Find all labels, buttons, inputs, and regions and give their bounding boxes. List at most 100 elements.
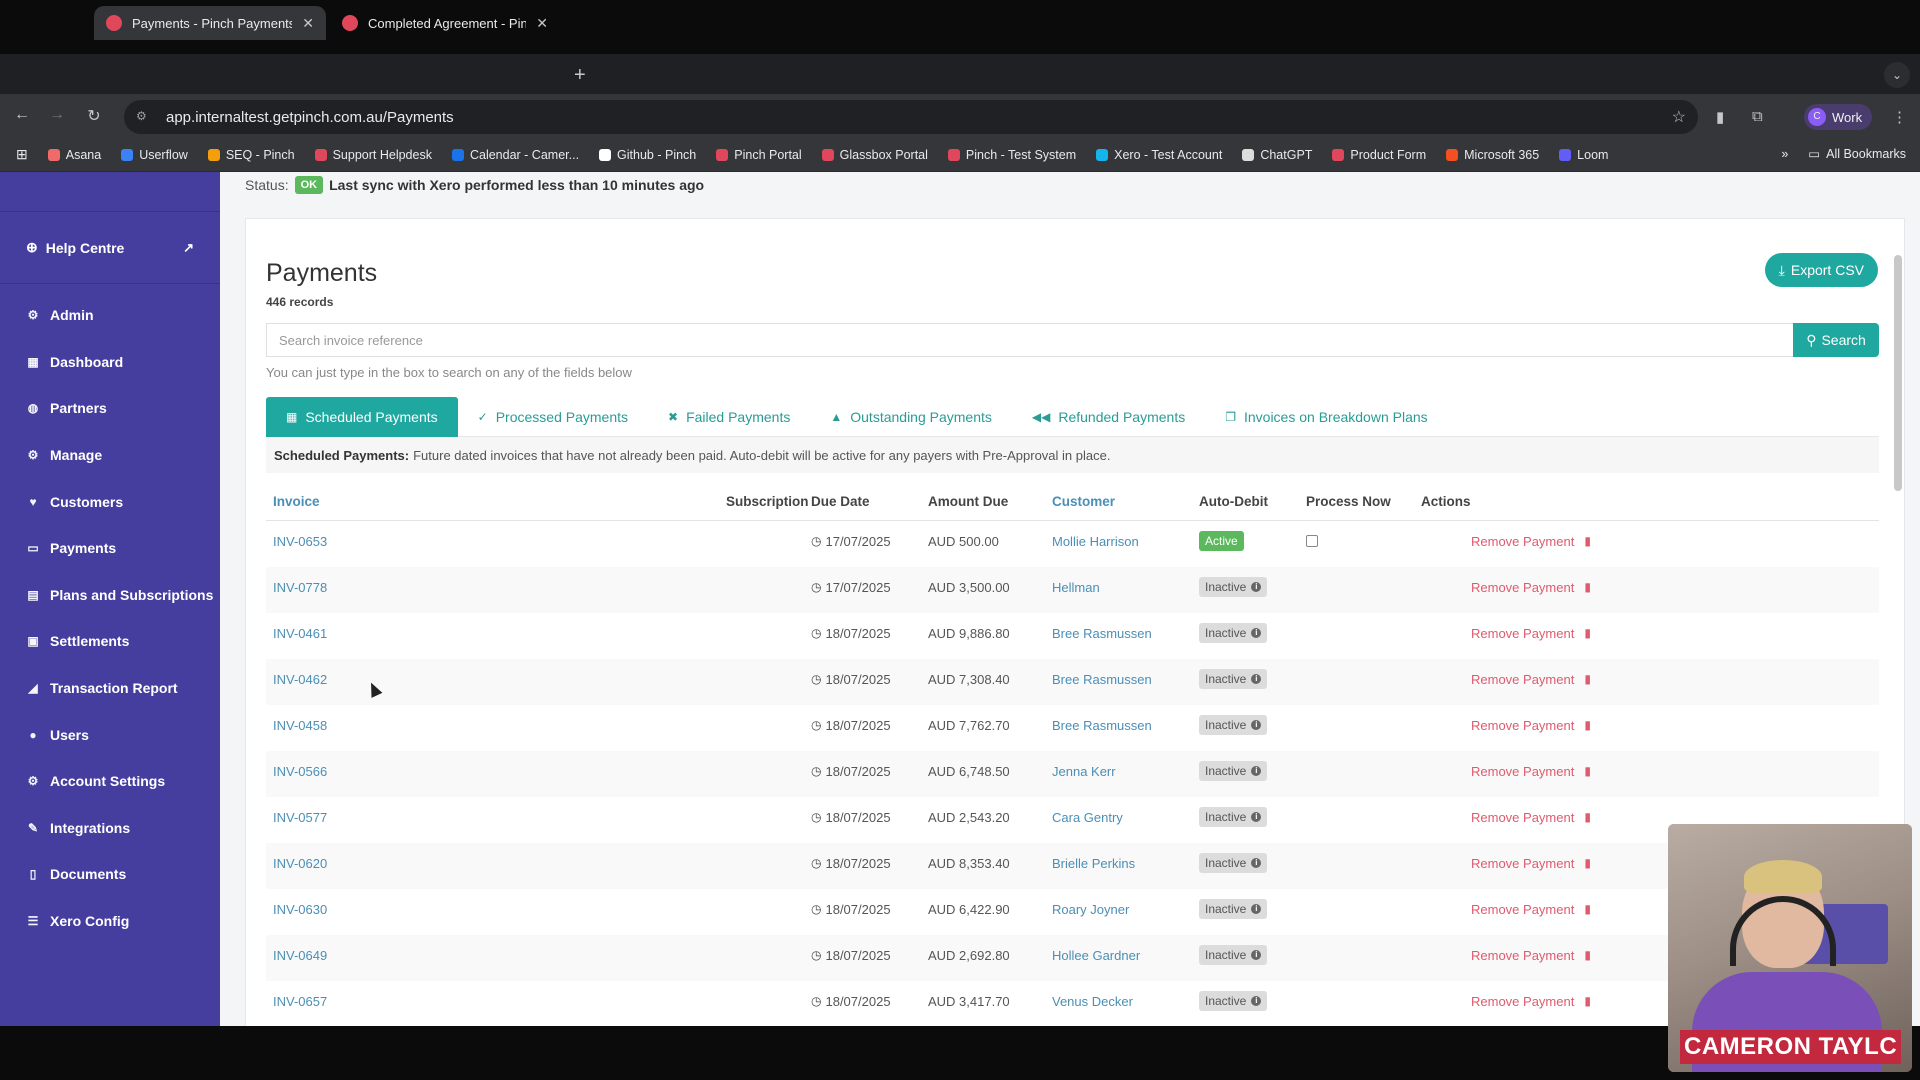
site-info-icon[interactable]: ⚙ [136, 109, 152, 125]
sidebar-item-transaction-report[interactable]: ◢ Transaction Report [0, 665, 220, 712]
bookmark-item[interactable]: SEQ - Pinch [207, 148, 295, 162]
auto-debit-badge[interactable]: Inactive i [1199, 945, 1268, 965]
invoice-link[interactable]: INV-0461 [273, 613, 327, 653]
tab-scheduled-payments[interactable]: ▦ Scheduled Payments [266, 397, 458, 437]
customer-link[interactable]: Jenna Kerr [1052, 751, 1116, 791]
tab-search-icon[interactable]: ⌄ [1884, 62, 1910, 88]
column-header-invoice[interactable]: Invoice [273, 481, 320, 521]
more-bookmarks-icon[interactable]: » [1781, 147, 1788, 161]
auto-debit-badge[interactable]: Inactive i [1199, 577, 1268, 597]
bookmark-item[interactable]: Support Helpdesk [314, 148, 432, 162]
bookmark-item[interactable]: Product Form [1332, 148, 1426, 162]
bookmark-item[interactable]: Pinch - Test System [947, 148, 1076, 162]
bookmark-item[interactable]: Github - Pinch [599, 148, 696, 162]
invoice-link[interactable]: INV-0657 [273, 981, 327, 1021]
customer-link[interactable]: Roary Joyner [1052, 889, 1129, 929]
customer-link[interactable]: Hellman [1052, 567, 1100, 607]
bookmark-item[interactable]: Xero - Test Account [1096, 148, 1222, 162]
browser-tab-payments[interactable]: Payments - Pinch Payments ✕ [94, 6, 326, 40]
remove-payment-button[interactable]: Remove Payment ▮ [1471, 613, 1591, 653]
remove-payment-button[interactable]: Remove Payment ▮ [1471, 889, 1591, 929]
customer-link[interactable]: Cara Gentry [1052, 797, 1123, 837]
tab-refunded-payments[interactable]: ◀◀ Refunded Payments [1012, 397, 1205, 437]
tab-outstanding-payments[interactable]: ▲ Outstanding Payments [810, 397, 1012, 437]
auto-debit-badge[interactable]: Inactive i [1199, 761, 1268, 781]
extensions-icon[interactable]: ⧉ [1752, 108, 1763, 125]
process-now-checkbox[interactable] [1306, 535, 1318, 547]
customer-link[interactable]: Bree Rasmussen [1052, 659, 1152, 699]
bookmark-item[interactable]: Microsoft 365 [1446, 148, 1539, 162]
bookmark-star-icon[interactable]: ☆ [1672, 107, 1686, 127]
remove-payment-button[interactable]: Remove Payment ▮ [1471, 797, 1591, 837]
new-tab-icon[interactable]: + [574, 64, 586, 87]
auto-debit-badge[interactable]: Inactive i [1199, 853, 1268, 873]
column-header-amount-due[interactable]: Amount Due [928, 481, 1008, 521]
apps-grid-icon[interactable]: ⊞ [16, 146, 28, 163]
address-bar[interactable]: ⚙ app.internaltest.getpinch.com.au/Payme… [124, 100, 1698, 134]
export-csv-button[interactable]: ⤓ Export CSV [1764, 253, 1878, 287]
column-header-due-date[interactable]: Due Date [811, 481, 870, 521]
invoice-link[interactable]: INV-0620 [273, 843, 327, 883]
reading-list-icon[interactable]: ▮ [1716, 108, 1724, 126]
column-header-subscription[interactable]: Subscription [726, 481, 809, 521]
sidebar-item-dashboard[interactable]: ▦ Dashboard [0, 339, 220, 386]
invoice-link[interactable]: INV-0577 [273, 797, 327, 837]
sidebar-item-xero-config[interactable]: ☰ Xero Config [0, 898, 220, 945]
remove-payment-button[interactable]: Remove Payment ▮ [1471, 521, 1591, 561]
browser-tab-agreement[interactable]: Completed Agreement - Pinch ✕ [330, 6, 560, 40]
invoice-link[interactable]: INV-0653 [273, 521, 327, 561]
customer-link[interactable]: Venus Decker [1052, 981, 1133, 1021]
bookmark-item[interactable]: Pinch Portal [716, 148, 802, 162]
column-header-auto-debit[interactable]: Auto-Debit [1199, 481, 1268, 521]
invoice-link[interactable]: INV-0458 [273, 705, 327, 745]
sidebar-item-partners[interactable]: ◍ Partners [0, 385, 220, 432]
auto-debit-badge[interactable]: Inactive i [1199, 991, 1268, 1011]
help-centre-link[interactable]: ⊕ Help Centre ↗ [0, 212, 220, 284]
bookmark-item[interactable]: Userflow [121, 148, 188, 162]
remove-payment-button[interactable]: Remove Payment ▮ [1471, 981, 1591, 1021]
invoice-link[interactable]: INV-0462 [273, 659, 327, 699]
bookmark-item[interactable]: Loom [1559, 148, 1608, 162]
remove-payment-button[interactable]: Remove Payment ▮ [1471, 751, 1591, 791]
sidebar-item-plans-and-subscriptions[interactable]: ▤ Plans and Subscriptions [0, 572, 220, 619]
remove-payment-button[interactable]: Remove Payment ▮ [1471, 843, 1591, 883]
customer-link[interactable]: Bree Rasmussen [1052, 705, 1152, 745]
invoice-link[interactable]: INV-0630 [273, 889, 327, 929]
back-icon[interactable]: ← [12, 106, 32, 124]
sidebar-item-admin[interactable]: ⚙ Admin [0, 292, 220, 339]
sidebar-item-manage[interactable]: ⚙ Manage [0, 432, 220, 479]
sidebar-item-users[interactable]: ● Users [0, 711, 220, 758]
column-header-customer[interactable]: Customer [1052, 481, 1115, 521]
sidebar-item-customers[interactable]: ♥ Customers [0, 478, 220, 525]
remove-payment-button[interactable]: Remove Payment ▮ [1471, 935, 1591, 975]
customer-link[interactable]: Hollee Gardner [1052, 935, 1140, 975]
profile-button[interactable]: C Work [1804, 104, 1873, 130]
customer-link[interactable]: Brielle Perkins [1052, 843, 1135, 883]
reload-icon[interactable]: ↻ [84, 106, 104, 126]
bookmark-item[interactable]: Asana [47, 148, 101, 162]
auto-debit-badge[interactable]: Inactive i [1199, 623, 1268, 643]
auto-debit-badge[interactable]: Inactive i [1199, 669, 1268, 689]
browser-menu-icon[interactable]: ⋮ [1892, 108, 1907, 126]
auto-debit-badge[interactable]: Inactive i [1199, 715, 1268, 735]
sidebar-item-documents[interactable]: ▯ Documents [0, 851, 220, 898]
page-scrollbar[interactable] [1894, 255, 1902, 491]
customer-link[interactable]: Mollie Harrison [1052, 521, 1139, 561]
sidebar-item-payments[interactable]: ▭ Payments [0, 525, 220, 572]
column-header-actions[interactable]: Actions [1421, 481, 1471, 521]
external-link-icon[interactable]: ↗ [183, 240, 194, 256]
close-tab-icon[interactable]: ✕ [302, 15, 314, 32]
sidebar-item-integrations[interactable]: ✎ Integrations [0, 805, 220, 852]
search-input[interactable] [266, 323, 1793, 357]
auto-debit-badge[interactable]: Inactive i [1199, 807, 1268, 827]
invoice-link[interactable]: INV-0649 [273, 935, 327, 975]
tab-failed-payments[interactable]: ✖ Failed Payments [648, 397, 810, 437]
sidebar-item-account-settings[interactable]: ⚙ Account Settings [0, 758, 220, 805]
search-button[interactable]: ⚲ Search [1793, 323, 1879, 357]
invoice-link[interactable]: INV-0778 [273, 567, 327, 607]
bookmark-item[interactable]: Glassbox Portal [821, 148, 928, 162]
forward-icon[interactable]: → [47, 106, 67, 124]
column-header-process-now[interactable]: Process Now [1306, 481, 1391, 521]
customer-link[interactable]: Bree Rasmussen [1052, 613, 1152, 653]
bookmark-item[interactable]: Calendar - Camer... [451, 148, 579, 162]
